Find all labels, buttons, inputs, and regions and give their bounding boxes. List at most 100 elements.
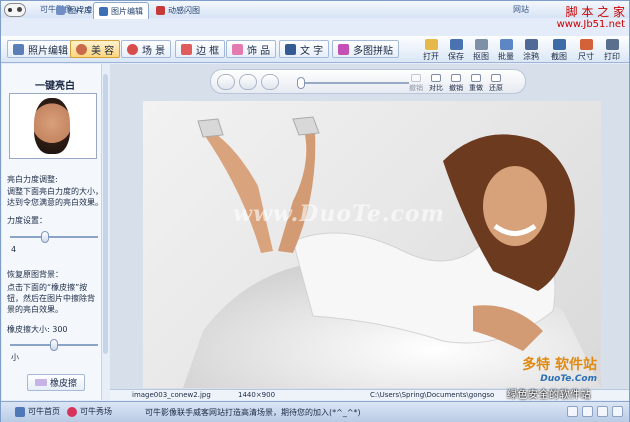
zoom-slider-knob[interactable] [297, 77, 305, 89]
image-dimensions: 1440×900 [238, 391, 276, 399]
scrollbar-thumb[interactable] [103, 74, 108, 354]
photo-watermark: www.DuoTe.com [233, 201, 445, 227]
collage-button[interactable]: 多图拼贴 [332, 40, 399, 58]
eraser-size-slider[interactable] [10, 339, 98, 351]
print-button[interactable]: 打印 [600, 36, 624, 63]
eraser-button[interactable]: 橡皮擦 [27, 374, 85, 391]
desc-line-1: 调整下面亮白力度的大小， [7, 187, 103, 196]
scene-button[interactable]: 场 景 [121, 40, 172, 58]
home-icon [15, 406, 25, 417]
collage-icon [338, 43, 349, 55]
button-label: 美 容 [91, 45, 115, 57]
edited-photo[interactable]: www.DuoTe.com 多特 软件站 DuoTe.Com [143, 101, 601, 388]
beauty-button[interactable]: 美 容 [70, 40, 121, 58]
compare-button[interactable]: 对比 [427, 73, 445, 92]
list-icon[interactable] [582, 406, 593, 417]
tab-image-edit[interactable]: 图片编辑 [93, 2, 149, 19]
redo-button[interactable]: 重做 [467, 73, 485, 92]
button-label: 照片编辑 [28, 45, 68, 57]
size-button[interactable]: 尺寸 [574, 36, 598, 63]
image-edit-icon [99, 6, 108, 16]
website-link[interactable]: 网站 [513, 4, 529, 15]
tool-label: 撤销 [449, 84, 463, 92]
undo-button[interactable]: 撤销 [447, 73, 465, 92]
folder-icon [424, 39, 438, 50]
undo-disabled-button[interactable]: 撤销 [407, 73, 425, 92]
animated-icon [156, 5, 165, 15]
canvas-control-bar: 撤销 对比 撤销 重做 还原 [210, 69, 526, 94]
grid-icon[interactable] [567, 406, 578, 417]
title-bar: 可牛影像 v2.0.0.1003 图片库 图片编辑 动感闪图 网站 脚 本 之 … [1, 1, 629, 19]
corner-url: DuoTe.Com [540, 374, 597, 384]
tab-label: 动感闪图 [168, 5, 200, 15]
photo-illustration [183, 116, 601, 388]
rotate-icon[interactable] [217, 74, 235, 90]
bow-icon [232, 43, 243, 55]
tool-label: 抠图 [473, 52, 489, 61]
tool-label: 撤销 [409, 84, 423, 92]
site-overlay-text: 绿色安全的软件站 [507, 390, 591, 401]
button-label: 多图拼贴 [353, 45, 393, 57]
frame-icon [181, 43, 192, 55]
batch-icon [499, 39, 513, 50]
leg-right [278, 126, 316, 253]
restore-line-3: 景的亮白效果。 [7, 305, 63, 314]
frame-button[interactable]: 边 框 [175, 40, 226, 58]
cow-logo-icon [4, 3, 26, 17]
eraser-size-knob[interactable] [49, 339, 58, 351]
panel-heading: 一键亮白 [35, 81, 75, 92]
leg-left [203, 126, 273, 253]
undo-icon [411, 74, 421, 82]
tab-label: 图片编辑 [111, 6, 143, 16]
ad-text[interactable]: 可牛影像联手威客网站打造高清场景，期待您的加入(*^_^*) [145, 407, 361, 418]
tool-label: 尺寸 [578, 52, 594, 61]
crop-button[interactable]: 截图 [547, 36, 571, 63]
resize-icon [579, 39, 593, 50]
preview-face [34, 98, 70, 154]
link-label: 可牛首页 [28, 407, 60, 416]
save-button[interactable]: 保存 [444, 36, 468, 63]
corner-watermark: 多特 软件站 DuoTe.Com [522, 354, 597, 384]
actual-size-icon[interactable] [261, 74, 279, 90]
shoe-left [197, 118, 224, 138]
batch-button[interactable]: 批量 [494, 36, 518, 63]
tab-image-library[interactable]: 图片库 [51, 2, 97, 18]
effect-panel: 一键亮白 亮白力度调整: 调整下面亮白力度的大小， 达到令您满意的亮白效果。 力… [2, 64, 108, 400]
bottom-bar: 可牛首页 可牛秀场 可牛影像联手威客网站打造高清场景，期待您的加入(*^_^*) [1, 401, 629, 422]
printer-icon [605, 39, 619, 50]
restore-button[interactable]: 还原 [487, 73, 505, 92]
tool-label: 还原 [489, 84, 503, 92]
button-label: 饰 品 [247, 45, 271, 57]
accessory-button[interactable]: 饰 品 [226, 40, 277, 58]
cutout-button[interactable]: 抠图 [469, 36, 493, 63]
zoom-slider[interactable] [297, 77, 409, 89]
tool-label: 涂鸦 [523, 52, 539, 61]
tool-label: 截图 [551, 52, 567, 61]
undo-arrow-icon [451, 74, 461, 82]
text-button[interactable]: 文 字 [279, 40, 330, 58]
tab-animated[interactable]: 动感闪图 [151, 2, 205, 18]
corner-brand: 多特 软件站 [522, 357, 597, 373]
doodle-button[interactable]: 涂鸦 [519, 36, 543, 63]
fit-screen-icon[interactable] [239, 74, 257, 90]
panel-scrollbar[interactable] [101, 64, 109, 400]
open-button[interactable]: 打开 [419, 36, 443, 63]
tool-label: 保存 [448, 52, 464, 61]
home-link[interactable]: 可牛首页 [15, 406, 60, 417]
watermark-jb51: 脚 本 之 家 [565, 5, 625, 19]
restore-title: 恢复原图背景： [7, 270, 63, 279]
eraser-size-min: 小 [11, 353, 19, 362]
settings-icon[interactable] [597, 406, 608, 417]
file-path: C:\Users\Spring\Documents\gongso [370, 391, 495, 399]
help-icon[interactable] [612, 406, 623, 417]
tool-label: 打开 [423, 52, 439, 61]
desc-line-2: 达到令您满意的亮白效果。 [7, 198, 103, 207]
button-label: 文 字 [300, 45, 324, 57]
strength-slider-knob[interactable] [40, 231, 49, 243]
strength-slider[interactable] [10, 231, 98, 243]
show-link[interactable]: 可牛秀场 [67, 406, 112, 417]
photo-edit-button[interactable]: 照片编辑 [7, 40, 74, 58]
bottom-icons [567, 406, 623, 417]
eraser-size-label: 橡皮擦大小: 300 [7, 325, 68, 334]
text-icon [285, 43, 296, 55]
